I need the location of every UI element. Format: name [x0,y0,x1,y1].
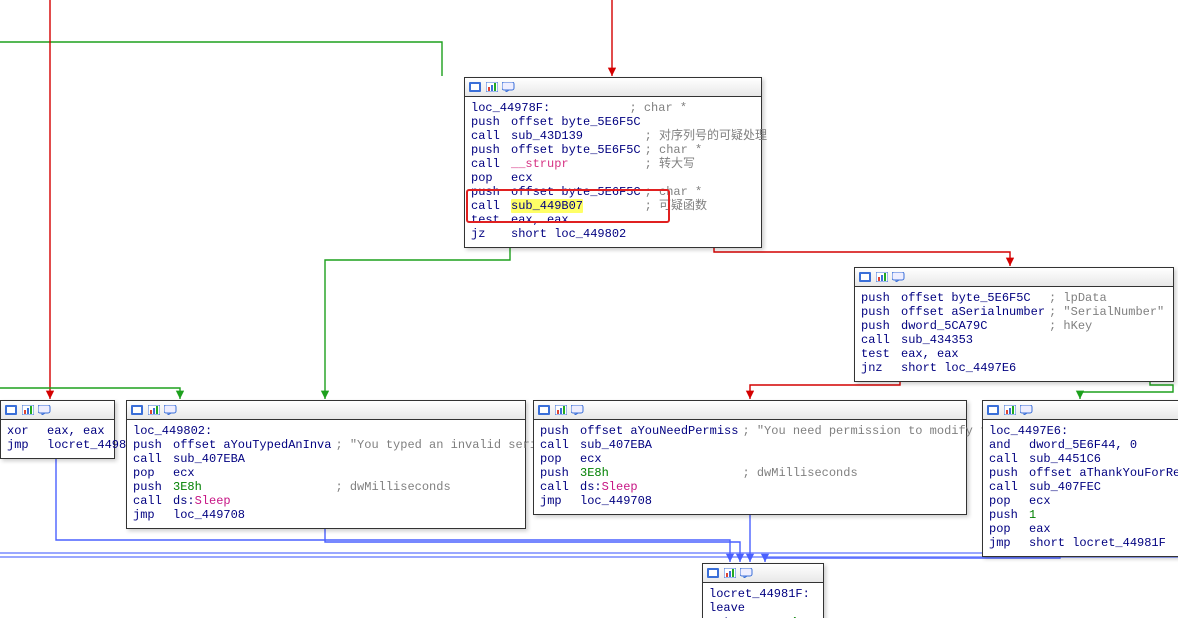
edge-green-feed [0,42,442,76]
node-body: xor eax, eax jmp locret_44981F [1,420,114,458]
comment-icon[interactable] [1020,404,1034,416]
comment-icon[interactable] [502,81,516,93]
node-body: locret_44981F: leave retn 4 sub_4496F5 e… [703,583,823,618]
breakpoint-icon[interactable] [858,271,872,283]
node-header[interactable] [703,564,823,583]
chart-icon[interactable] [1003,404,1017,416]
edge-invalid-jmp [325,526,740,562]
chart-icon[interactable] [554,404,568,416]
node-n_xorleft[interactable]: xor eax, eax jmp locret_44981F [0,400,115,459]
chart-icon[interactable] [147,404,161,416]
breakpoint-icon[interactable] [4,404,18,416]
breakpoint-icon[interactable] [537,404,551,416]
comment-icon[interactable] [892,271,906,283]
node-header[interactable] [534,401,966,420]
node-body: loc_449802: push offset aYouTypedAnInva … [127,420,525,528]
edge-jz-true [325,242,510,399]
node-n_top[interactable]: loc_44978F: ; char * push offset byte_5E… [464,77,762,248]
comment-icon[interactable] [571,404,585,416]
edge-left-green-to-invalid [0,388,180,399]
breakpoint-icon[interactable] [986,404,1000,416]
comment-icon[interactable] [164,404,178,416]
chart-icon[interactable] [485,81,499,93]
breakpoint-icon[interactable] [706,567,720,579]
node-body: loc_4497E6: and dword_5E6F44, 0 call sub… [983,420,1178,556]
comment-icon[interactable] [38,404,52,416]
comment-icon[interactable] [740,567,754,579]
node-body: loc_44978F: ; char * push offset byte_5E… [465,97,761,247]
chart-icon[interactable] [723,567,737,579]
node-body: push offset aYouNeedPermiss ; "You need … [534,420,966,514]
node-header[interactable] [983,401,1178,420]
node-n_serialnum[interactable]: push offset byte_5E6F5C ; lpData push of… [854,267,1174,382]
node-header[interactable] [465,78,761,97]
node-n_invalid[interactable]: loc_449802: push offset aYouTypedAnInva … [126,400,526,529]
node-n_ret[interactable]: locret_44981F: leave retn 4 sub_4496F5 e… [702,563,824,618]
node-header[interactable] [1,401,114,420]
node-n_thankyou[interactable]: loc_4497E6: and dword_5E6F44, 0 call sub… [982,400,1178,557]
breakpoint-icon[interactable] [130,404,144,416]
node-header[interactable] [127,401,525,420]
node-body: push offset byte_5E6F5C ; lpData push of… [855,287,1173,381]
chart-icon[interactable] [21,404,35,416]
breakpoint-icon[interactable] [468,81,482,93]
chart-icon[interactable] [875,271,889,283]
node-header[interactable] [855,268,1173,287]
node-n_permiss[interactable]: push offset aYouNeedPermiss ; "You need … [533,400,967,515]
